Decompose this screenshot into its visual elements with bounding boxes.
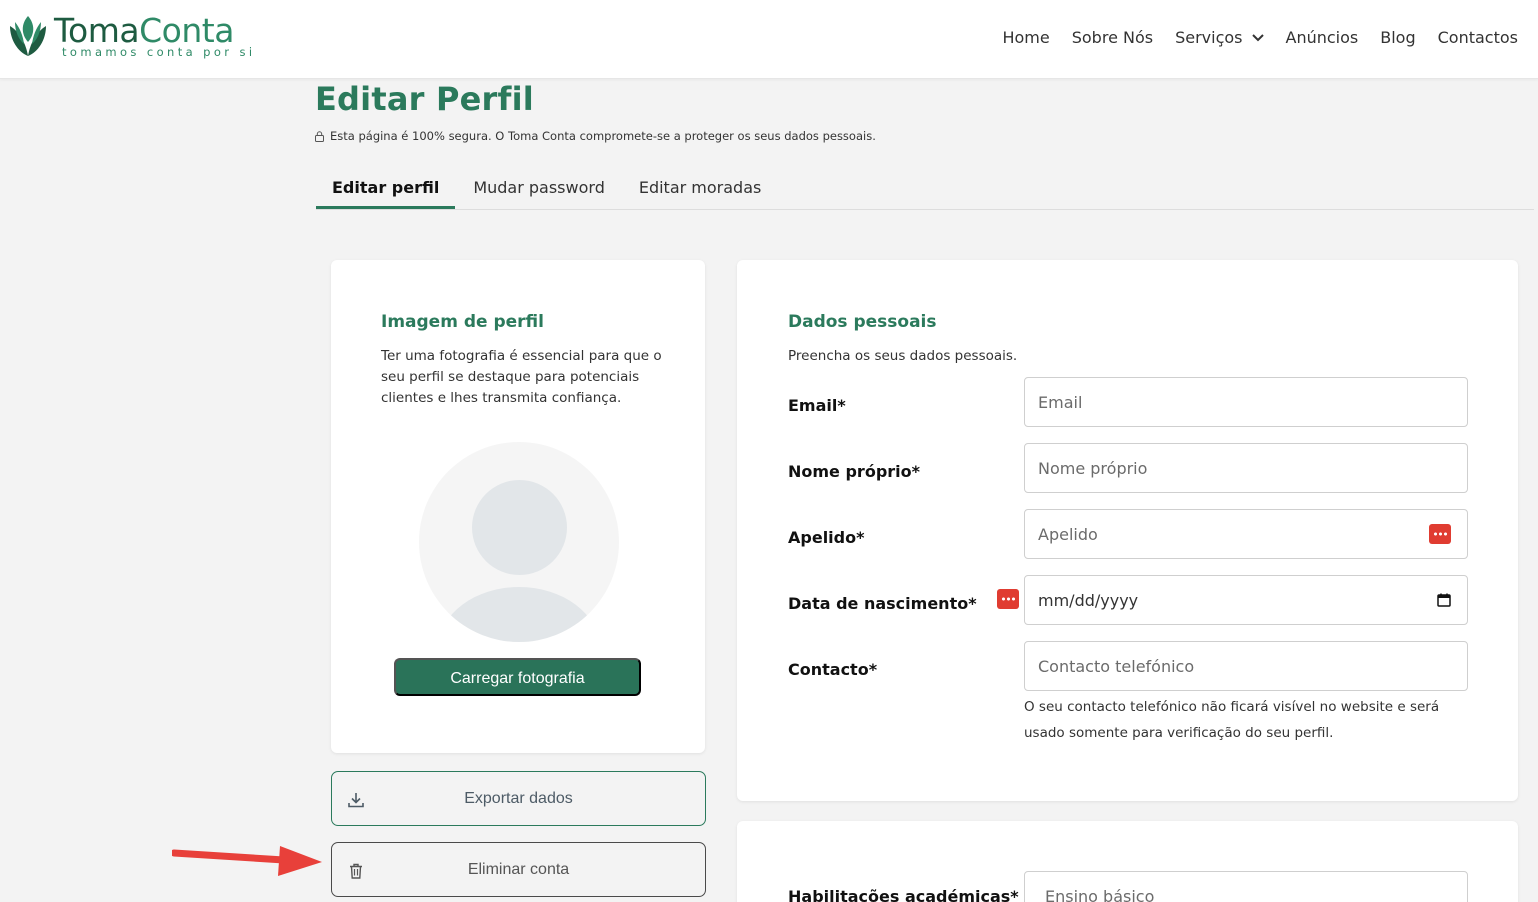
chevron-down-icon xyxy=(1251,33,1264,41)
last-name-label: Apelido* xyxy=(788,528,865,547)
birth-date-label: Data de nascimento* xyxy=(788,594,977,613)
site-logo[interactable]: TomaConta tomamos conta por si xyxy=(6,12,255,62)
email-label: Email* xyxy=(788,396,846,415)
email-placeholder: Email xyxy=(1038,392,1083,412)
personal-data-subtitle: Preencha os seus dados pessoais. xyxy=(788,348,1018,364)
contact-label: Contacto* xyxy=(788,660,878,679)
contact-placeholder: Contacto telefónico xyxy=(1038,656,1195,676)
profile-image-card: Imagem de perfil Ter uma fotografia é es… xyxy=(331,260,705,753)
avatar-placeholder xyxy=(419,442,619,642)
email-field[interactable]: Email xyxy=(1024,377,1468,427)
avatar-head xyxy=(472,480,567,575)
tab-edit-profile[interactable]: Editar perfil xyxy=(316,170,456,209)
birth-date-field[interactable]: mm/dd/yyyy xyxy=(1024,575,1468,625)
secure-note-text: Esta página é 100% segura. O Toma Conta … xyxy=(330,129,876,143)
education-card: Habilitações académicas* Ensino básico xyxy=(737,821,1518,902)
last-name-placeholder: Apelido xyxy=(1038,524,1098,544)
contact-field[interactable]: Contacto telefónico xyxy=(1024,641,1468,691)
first-name-field[interactable]: Nome próprio xyxy=(1024,443,1468,493)
nav-contacts[interactable]: Contactos xyxy=(1438,28,1518,47)
page-title: Editar Perfil xyxy=(315,80,534,118)
download-icon xyxy=(348,793,364,808)
personal-data-card: Dados pessoais Preencha os seus dados pe… xyxy=(737,260,1518,801)
nav-services[interactable]: Serviços xyxy=(1175,28,1264,47)
leaf-logo-icon xyxy=(10,16,46,56)
education-select[interactable]: Ensino básico xyxy=(1024,871,1468,902)
delete-account-label: Eliminar conta xyxy=(467,860,570,878)
brand-tagline: tomamos conta por si xyxy=(62,45,256,59)
red-arrow-annotation xyxy=(172,846,322,876)
delete-account-button[interactable]: Eliminar conta xyxy=(331,842,706,897)
avatar-body xyxy=(439,587,599,642)
nav-blog[interactable]: Blog xyxy=(1380,28,1415,47)
first-name-label: Nome próprio* xyxy=(788,462,920,481)
password-manager-icon[interactable] xyxy=(1429,524,1451,544)
site-header: TomaConta tomamos conta por si Home Sobr… xyxy=(0,0,1538,79)
first-name-placeholder: Nome próprio xyxy=(1038,458,1148,478)
trash-icon xyxy=(350,863,362,879)
upload-photo-button[interactable]: Carregar fotografia xyxy=(394,658,641,696)
last-name-field[interactable]: Apelido xyxy=(1024,509,1468,559)
personal-data-title: Dados pessoais xyxy=(788,312,937,332)
main-nav: Home Sobre Nós Serviços Anúncios Blog Co… xyxy=(980,28,1518,47)
export-data-button[interactable]: Exportar dados xyxy=(331,771,706,826)
tab-change-password[interactable]: Mudar password xyxy=(457,170,621,210)
calendar-icon[interactable] xyxy=(1437,593,1451,607)
profile-image-description: Ter uma fotografia é essencial para que … xyxy=(381,348,662,406)
nav-services-label: Serviços xyxy=(1175,28,1243,47)
nav-home[interactable]: Home xyxy=(1002,28,1049,47)
password-manager-icon[interactable] xyxy=(997,589,1019,609)
birth-date-placeholder: mm/dd/yyyy xyxy=(1038,590,1139,610)
education-label: Habilitações académicas* xyxy=(788,887,1019,902)
nav-about[interactable]: Sobre Nós xyxy=(1072,28,1153,47)
lock-icon xyxy=(315,130,324,142)
profile-tabs: Editar perfil Mudar password Editar mora… xyxy=(316,170,1534,210)
secure-note: Esta página é 100% segura. O Toma Conta … xyxy=(315,129,876,143)
profile-image-title: Imagem de perfil xyxy=(381,312,544,332)
export-data-label: Exportar dados xyxy=(464,789,573,807)
tab-edit-addresses[interactable]: Editar moradas xyxy=(623,170,778,210)
nav-ads[interactable]: Anúncios xyxy=(1286,28,1359,47)
contact-help-text: O seu contacto telefónico não ficará vis… xyxy=(1024,699,1440,741)
